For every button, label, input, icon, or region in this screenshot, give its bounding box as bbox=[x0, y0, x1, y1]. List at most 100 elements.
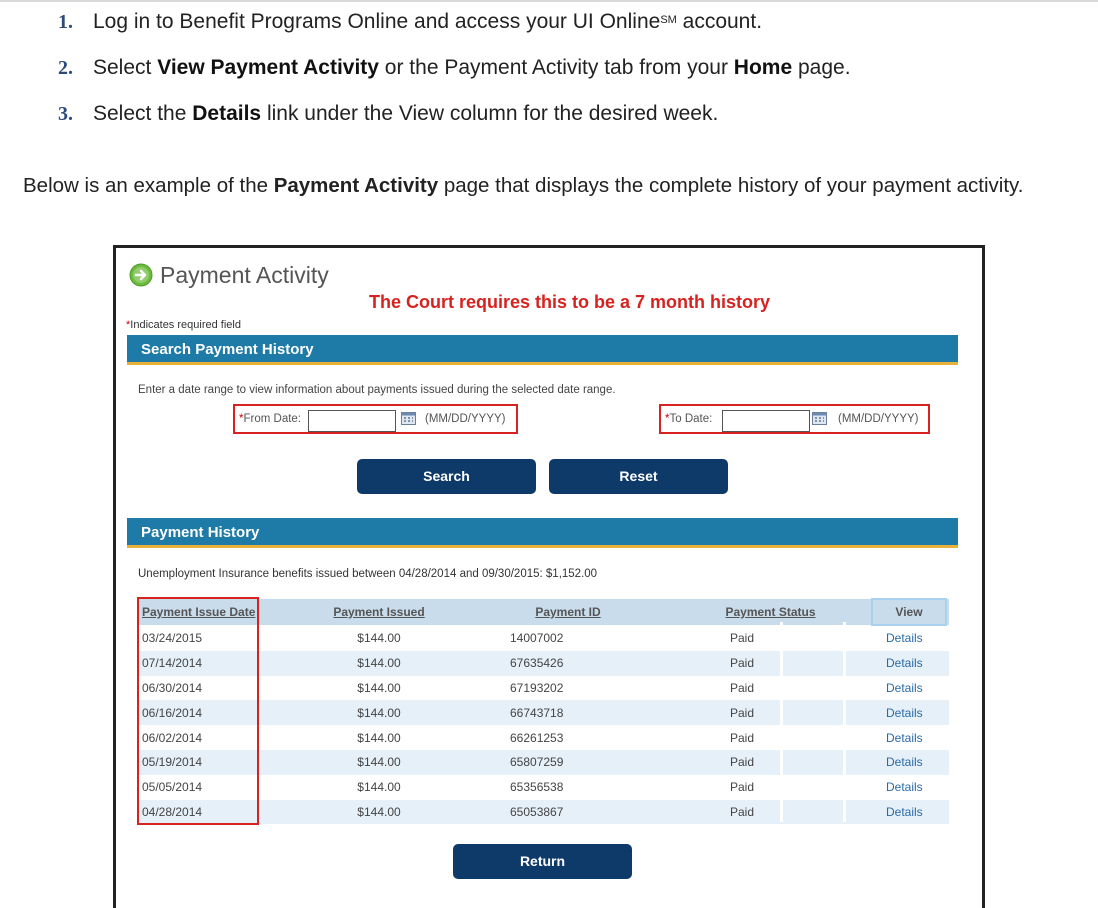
details-link[interactable]: Details bbox=[872, 749, 946, 775]
step-text-part: account. bbox=[676, 10, 763, 33]
spacer-cell bbox=[946, 700, 949, 726]
table-row: 06/16/2014 $144.00 66743718 Paid Details bbox=[138, 700, 949, 726]
payment-id-cell: 67635426 bbox=[466, 650, 670, 676]
date-format-hint: (MM/DD/YYYY) bbox=[838, 413, 919, 425]
step-text-part: page. bbox=[792, 56, 851, 79]
from-date-group: *From Date: (MM/DD/YYYY) bbox=[233, 404, 518, 434]
calendar-icon[interactable] bbox=[401, 412, 416, 425]
to-date-label-text: To Date: bbox=[669, 413, 713, 425]
table-row: 06/30/2014 $144.00 67193202 Paid Details bbox=[138, 676, 949, 701]
details-link[interactable]: Details bbox=[872, 799, 946, 825]
search-section-header: Search Payment History bbox=[127, 335, 958, 365]
to-date-input[interactable] bbox=[722, 410, 810, 432]
to-date-label: *To Date: bbox=[665, 413, 712, 425]
intro-paragraph: Below is an example of the Payment Activ… bbox=[23, 172, 1083, 200]
issue-date-highlight bbox=[137, 597, 259, 825]
intro-bold: Payment Activity bbox=[273, 174, 439, 197]
column-separator bbox=[843, 622, 846, 822]
details-link[interactable]: Details bbox=[872, 700, 946, 726]
spacer-cell bbox=[946, 725, 949, 750]
from-date-label-text: From Date: bbox=[243, 413, 301, 425]
amount-cell: $144.00 bbox=[292, 799, 466, 825]
column-header-spacer bbox=[946, 599, 949, 625]
step-text: Select View Payment Activity or the Paym… bbox=[93, 54, 851, 82]
column-header-view: View bbox=[871, 598, 947, 626]
payment-id-cell: 66261253 bbox=[510, 730, 564, 745]
payment-id-cell: 14007002 bbox=[510, 630, 564, 645]
details-link[interactable]: Details bbox=[872, 625, 946, 651]
table-row: 07/14/2014 $144.00 67635426 Paid Details bbox=[138, 650, 949, 676]
top-divider bbox=[0, 0, 1098, 2]
amount-cell: $144.00 bbox=[357, 780, 401, 795]
payment-history-header: Payment History bbox=[127, 518, 958, 548]
amount-cell: $144.00 bbox=[357, 680, 401, 695]
details-link[interactable]: Details bbox=[872, 775, 946, 800]
payment-id-cell: 65356538 bbox=[510, 780, 564, 795]
spacer-cell bbox=[946, 676, 949, 701]
step-text: Select the Details link under the View c… bbox=[93, 100, 718, 128]
table-row: 04/28/2014 $144.00 65053867 Paid Details bbox=[138, 799, 949, 825]
calendar-icon[interactable] bbox=[812, 412, 827, 425]
service-mark: SM bbox=[660, 14, 677, 26]
column-separator bbox=[780, 622, 783, 822]
payment-id-cell: 67193202 bbox=[510, 680, 564, 695]
intro-text: Below is an example of the bbox=[23, 174, 274, 197]
payment-id-cell: 66743718 bbox=[466, 700, 670, 726]
table-row: 06/02/2014 $144.00 66261253 Paid Details bbox=[138, 725, 949, 750]
return-button[interactable]: Return bbox=[453, 844, 632, 879]
table-row: 05/05/2014 $144.00 65356538 Paid Details bbox=[138, 775, 949, 800]
search-button[interactable]: Search bbox=[357, 459, 536, 494]
spacer-cell bbox=[946, 625, 949, 651]
column-header-payment-status[interactable]: Payment Status bbox=[670, 599, 872, 625]
date-format-hint: (MM/DD/YYYY) bbox=[425, 413, 506, 425]
details-link[interactable]: Details bbox=[872, 725, 946, 750]
intro-text: page that displays the complete history … bbox=[438, 174, 1024, 197]
to-date-group: *To Date: (MM/DD/YYYY) bbox=[659, 404, 930, 434]
amount-cell: $144.00 bbox=[357, 630, 401, 645]
amount-cell: $144.00 bbox=[292, 749, 466, 775]
step-text: Log in to Benefit Programs Online and ac… bbox=[93, 8, 762, 36]
spacer-cell bbox=[946, 650, 949, 676]
column-header-payment-id[interactable]: Payment ID bbox=[466, 599, 670, 625]
status-cell: Paid bbox=[730, 680, 755, 695]
table-row: 03/24/2015 $144.00 14007002 Paid Details bbox=[138, 625, 949, 651]
spacer-cell bbox=[946, 799, 949, 825]
payment-id-cell: 65807259 bbox=[466, 749, 670, 775]
search-description: Enter a date range to view information a… bbox=[138, 384, 616, 396]
payment-activity-screenshot: Payment Activity The Court requires this… bbox=[113, 245, 985, 908]
step-text-part: link under the View column for the desir… bbox=[261, 102, 719, 125]
step-number: 3. bbox=[58, 103, 73, 125]
step-text-part: Select bbox=[93, 56, 158, 79]
amount-cell: $144.00 bbox=[292, 700, 466, 726]
details-link[interactable]: Details bbox=[872, 676, 946, 701]
amount-cell: $144.00 bbox=[357, 730, 401, 745]
table-header-row: Payment Issue Date Payment Issued Paymen… bbox=[138, 598, 949, 626]
page-title: Payment Activity bbox=[160, 262, 329, 288]
step-text-bold: Home bbox=[733, 56, 793, 79]
step-number: 1. bbox=[58, 11, 73, 33]
court-annotation: The Court requires this to be a 7 month … bbox=[369, 292, 771, 312]
status-cell: Paid bbox=[670, 799, 872, 825]
reset-button[interactable]: Reset bbox=[549, 459, 728, 494]
status-cell: Paid bbox=[730, 630, 755, 645]
from-date-input[interactable] bbox=[308, 410, 396, 432]
step-text-bold: View Payment Activity bbox=[157, 56, 379, 79]
required-field-note: *Indicates required field bbox=[126, 319, 241, 331]
status-cell: Paid bbox=[730, 780, 755, 795]
step-text-part: Log in to Benefit Programs Online and ac… bbox=[93, 10, 661, 33]
details-link[interactable]: Details bbox=[872, 650, 946, 676]
spacer-cell bbox=[946, 749, 949, 775]
green-arrow-circle-icon bbox=[129, 263, 153, 287]
benefits-summary: Unemployment Insurance benefits issued b… bbox=[138, 568, 598, 580]
status-cell: Paid bbox=[670, 700, 872, 726]
amount-cell: $144.00 bbox=[292, 650, 466, 676]
status-cell: Paid bbox=[670, 749, 872, 775]
table-row: 05/19/2014 $144.00 65807259 Paid Details bbox=[138, 749, 949, 775]
step-text-part: Select the bbox=[93, 102, 193, 125]
status-cell: Paid bbox=[730, 730, 755, 745]
required-note-text: Indicates required field bbox=[130, 319, 241, 331]
column-header-payment-issued[interactable]: Payment Issued bbox=[292, 599, 466, 625]
from-date-label: *From Date: bbox=[239, 413, 301, 425]
payment-id-cell: 65053867 bbox=[466, 799, 670, 825]
step-text-bold: Details bbox=[192, 102, 262, 125]
